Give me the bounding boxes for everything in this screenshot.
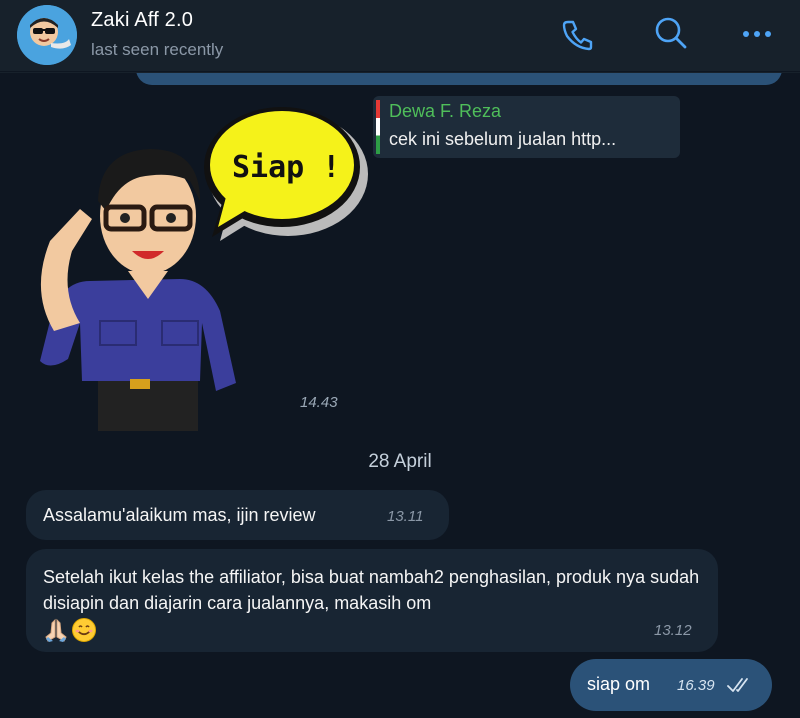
sticker-text: Siap ! — [232, 150, 340, 185]
outgoing-message[interactable]: siap om 16.39 — [570, 659, 772, 711]
reply-accent-bar — [376, 100, 380, 154]
salute-sticker[interactable]: Siap ! — [20, 91, 370, 436]
contact-avatar[interactable] — [17, 5, 77, 65]
pray-emoji — [45, 618, 67, 642]
emoji-row — [43, 617, 97, 643]
incoming-message[interactable]: Setelah ikut kelas the affiliator, bisa … — [26, 549, 718, 652]
phone-icon[interactable] — [558, 14, 598, 54]
message-text: Assalamu'alaikum mas, ijin review — [43, 505, 316, 525]
message-text: siap om — [587, 674, 651, 694]
smile-emoji — [72, 618, 96, 642]
message-text: Setelah ikut kelas the affiliator, bisa … — [43, 567, 700, 613]
more-icon[interactable] — [738, 14, 778, 54]
search-icon[interactable] — [651, 14, 691, 54]
sticker-time: 14.43 — [300, 394, 338, 411]
date-divider: 28 April — [368, 451, 432, 472]
reply-author: Dewa F. Reza — [389, 101, 502, 121]
message-time: 16.39 — [677, 677, 715, 694]
chat-header: Zaki Aff 2.0 last seen recently — [0, 0, 800, 72]
reply-text: cek ini sebelum jualan http... — [389, 129, 617, 149]
avatar-image — [17, 5, 77, 65]
previous-message-bubble[interactable] — [136, 73, 782, 85]
incoming-message[interactable]: Assalamu'alaikum mas, ijin review 13.11 — [26, 490, 449, 540]
contact-status: last seen recently — [91, 40, 224, 59]
double-check-icon — [727, 678, 748, 692]
message-list[interactable]: Siap ! 14.43 Dewa F. Reza cek ini sebelu… — [0, 73, 800, 718]
contact-name[interactable]: Zaki Aff 2.0 — [91, 9, 193, 32]
sticker-reply-preview[interactable]: Dewa F. Reza cek ini sebelum jualan http… — [373, 96, 680, 158]
message-time: 13.12 — [654, 622, 692, 639]
message-time: 13.11 — [387, 508, 424, 525]
